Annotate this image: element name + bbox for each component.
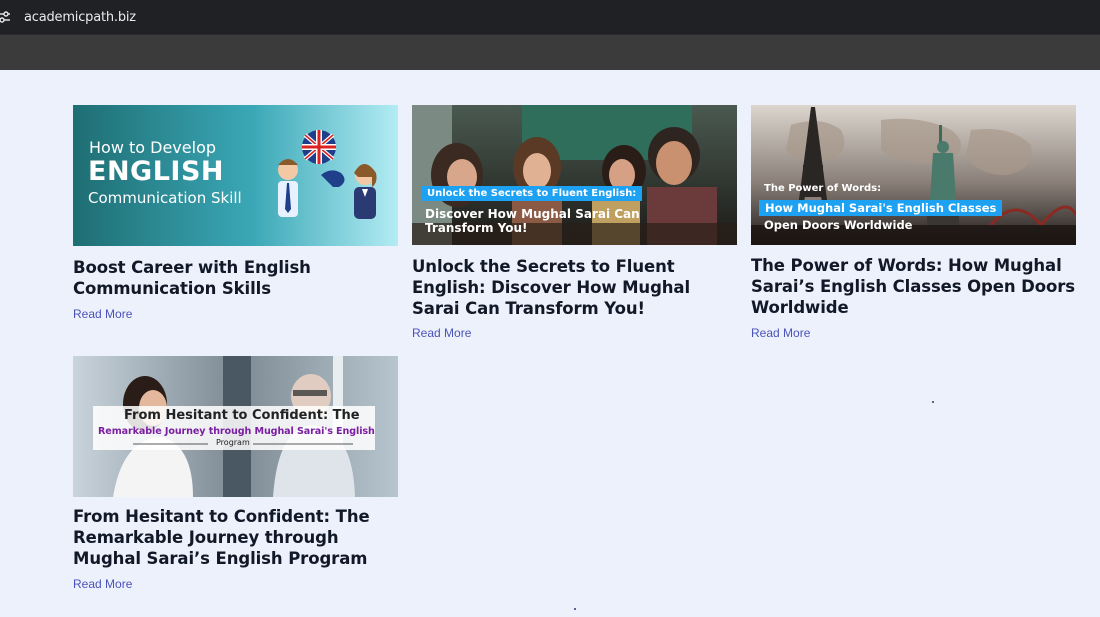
thumbnail-highlight: How Mughal Sarai's English Classes [759,200,1003,216]
thumbnail-line1: How to Develop [89,138,217,157]
post-title[interactable]: Unlock the Secrets to Fluent English: Di… [412,256,742,319]
thumbnail-line2: ENGLISH [88,156,224,187]
post-thumbnail[interactable]: The Power of Words: How Mughal Sarai's E… [751,105,1076,245]
read-more-link[interactable]: Read More [412,326,471,340]
thumbnail-line2: Remarkable Journey through Mughal Sarai'… [98,426,375,437]
thumbnail-line1: From Hesitant to Confident: The [124,408,360,423]
thumbnail-tag: Unlock the Secrets to Fluent English: [421,186,643,201]
stray-dot [932,401,934,403]
thumbnail-caption: Discover How Mughal Sarai Can Transform … [425,207,645,235]
thumbnail-line1: The Power of Words: [764,183,882,194]
thumbnail-line3: Open Doors Worldwide [764,218,913,232]
thumbnail-line3: Communication Skill [88,189,242,207]
post-title[interactable]: Boost Career with English Communication … [73,257,403,299]
read-more-link[interactable]: Read More [751,326,810,340]
site-header [0,34,1100,70]
read-more-link[interactable]: Read More [73,577,132,591]
thumbnail-caption-text: Discover How Mughal Sarai Can Transform … [425,207,640,235]
thumbnail-line3: Program [216,438,250,447]
post-title[interactable]: The Power of Words: How Mughal Sarai’s E… [751,255,1081,318]
post-thumbnail[interactable]: From Hesitant to Confident: The Remarkab… [73,356,398,497]
post-thumbnail[interactable]: Unlock the Secrets to Fluent English: Di… [412,105,737,245]
tune-icon[interactable] [0,9,12,25]
read-more-link[interactable]: Read More [73,307,132,321]
post-thumbnail[interactable]: How to Develop ENGLISH Communication Ski… [73,105,398,246]
url-text[interactable]: academicpath.biz [24,10,136,25]
stray-dot [574,608,576,610]
post-title[interactable]: From Hesitant to Confident: The Remarkab… [73,506,403,569]
browser-address-bar: academicpath.biz [0,0,1100,34]
